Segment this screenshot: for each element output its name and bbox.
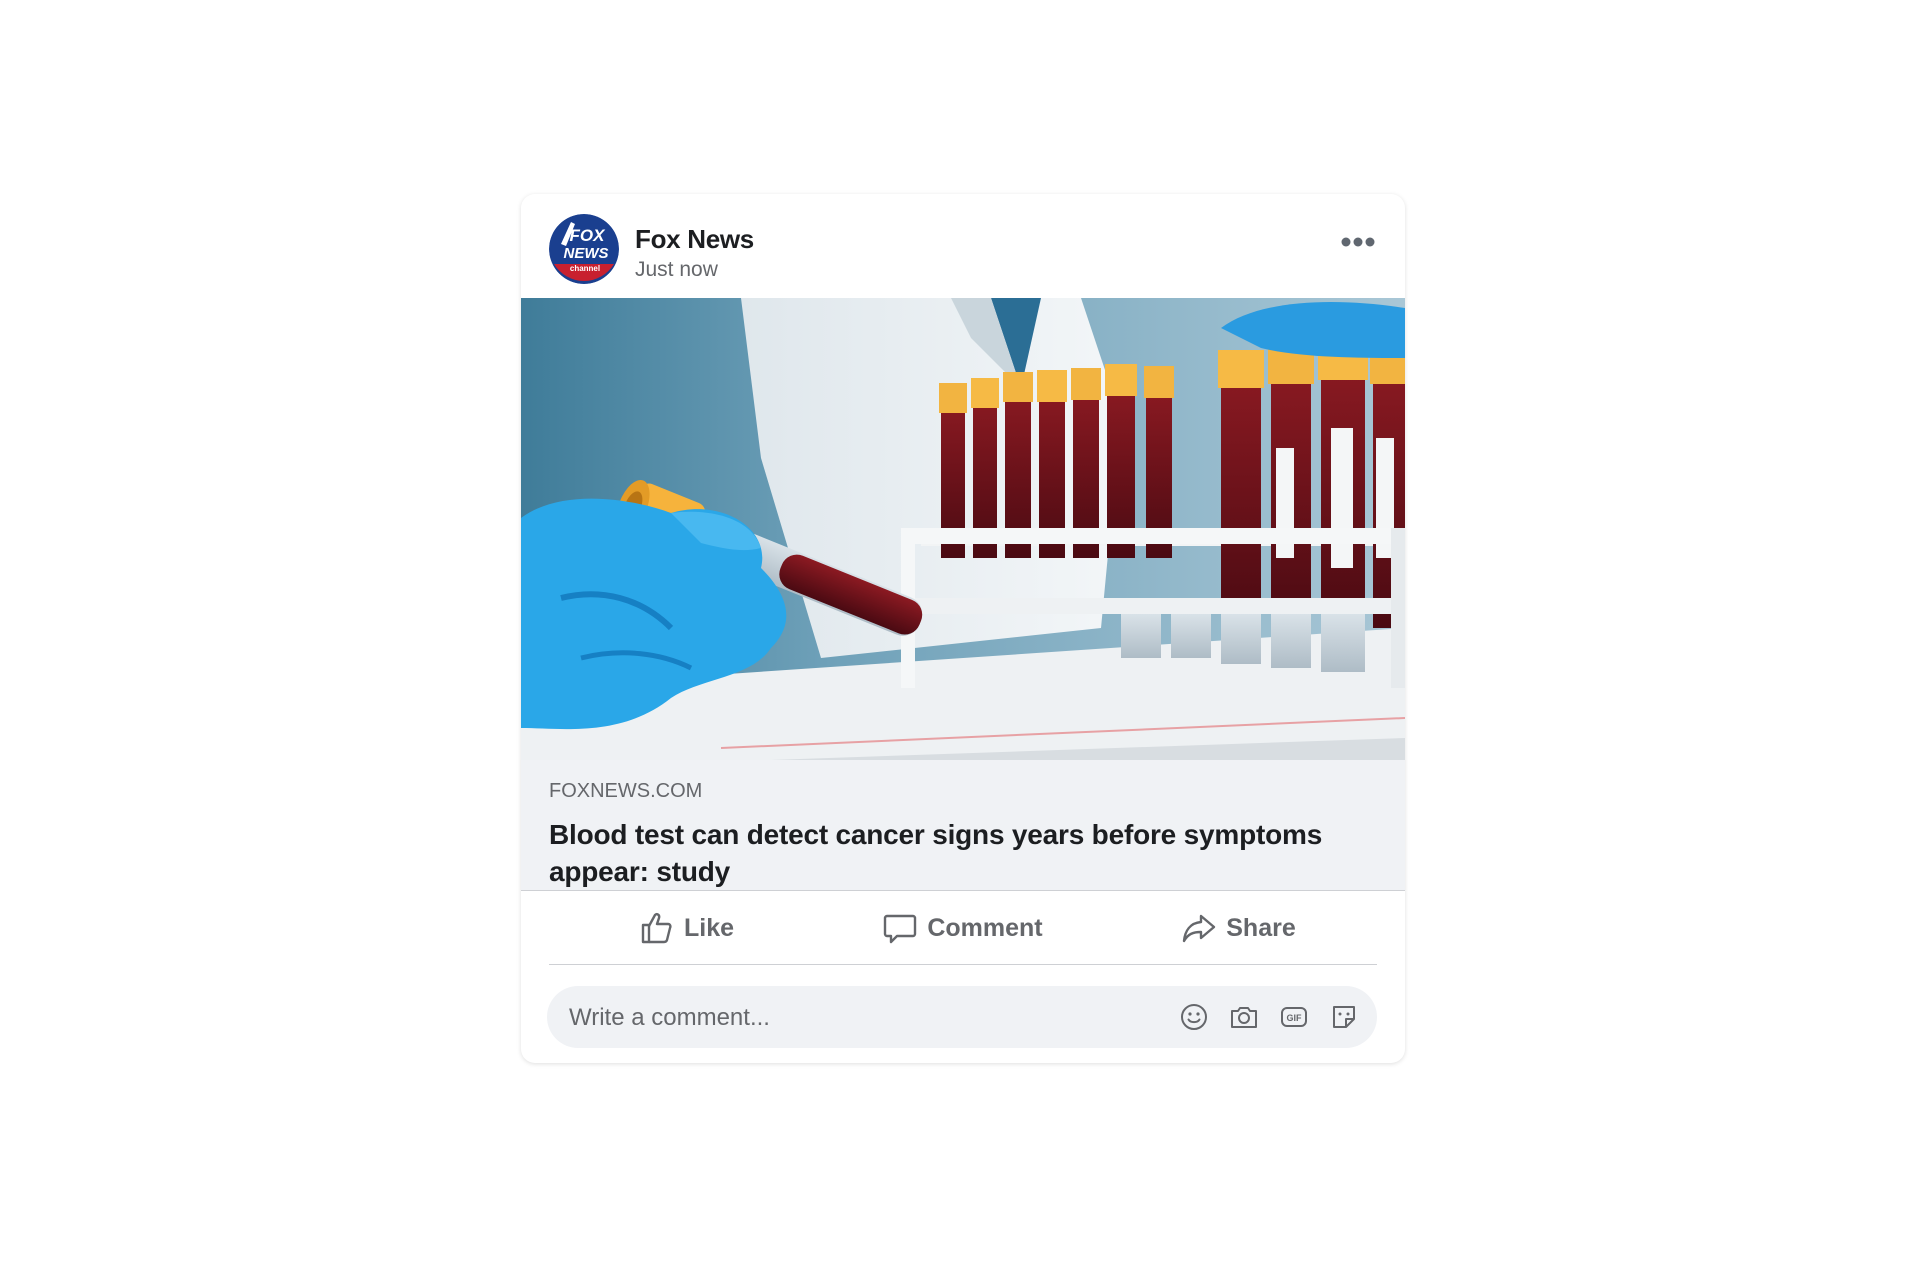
like-button[interactable]: Like [549,892,825,964]
page-name[interactable]: Fox News [635,224,754,255]
comment-composer: GIF [547,986,1377,1050]
post-header: FOX NEWS channel Fox News Just now [521,194,1405,298]
fox-news-logo-avatar[interactable]: FOX NEWS channel [549,214,619,284]
fox-news-logo: FOX NEWS channel [549,214,619,284]
camera-icon[interactable] [1229,1002,1259,1032]
gif-icon[interactable]: GIF [1279,1002,1309,1032]
news-post-card: FOX NEWS channel Fox News Just now FOXNE… [521,194,1405,1063]
comment-label: Comment [927,913,1043,942]
svg-text:GIF: GIF [1287,1013,1303,1023]
emoji-icon[interactable] [1179,1002,1209,1032]
blood-test-tubes-photo [521,298,1405,760]
more-horizontal-icon [1341,237,1375,247]
post-timestamp[interactable]: Just now [635,258,718,282]
share-label: Share [1226,913,1296,942]
link-domain: FOXNEWS.COM [549,780,703,802]
comment-bubble-icon [884,914,917,944]
thumbs-up-icon [641,913,672,944]
logo-text-news: NEWS [564,245,609,262]
link-preview[interactable]: FOXNEWS.COM Blood test can detect cancer… [521,760,1405,891]
share-arrow-icon [1183,914,1216,943]
like-label: Like [683,913,735,942]
more-options-button[interactable] [1329,224,1385,260]
logo-text-fox: FOX [570,226,607,245]
link-headline[interactable]: Blood test can detect cancer signs years… [549,816,1379,890]
logo-text-channel: channel [570,264,600,273]
comment-attachment-icons: GIF [1179,999,1359,1035]
page-background: FOX NEWS channel Fox News Just now FOXNE… [0,0,1920,1280]
sticker-icon[interactable] [1329,1002,1359,1032]
comment-input[interactable] [567,986,1131,1050]
post-image[interactable] [521,298,1405,760]
post-action-bar: Like Comment Share [549,892,1377,965]
comment-button[interactable]: Comment [825,892,1101,964]
share-button[interactable]: Share [1101,892,1377,964]
